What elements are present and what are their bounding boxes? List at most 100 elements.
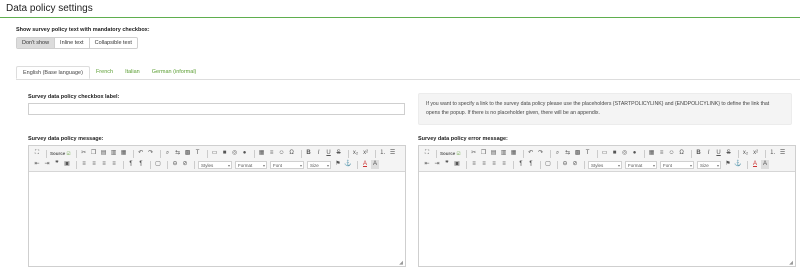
tab-french[interactable]: French	[90, 66, 119, 79]
styles-dropdown[interactable]: Styles	[198, 160, 232, 169]
find-icon[interactable]: ⌕	[164, 149, 172, 158]
paste-icon[interactable]: ▤	[100, 149, 108, 158]
ltr-icon[interactable]: ¶	[127, 160, 135, 169]
strike-icon[interactable]: S	[725, 149, 733, 158]
undo-icon[interactable]: ↶	[137, 149, 145, 158]
superscript-icon[interactable]: x²	[752, 149, 760, 158]
font-dropdown[interactable]: Font	[270, 160, 304, 169]
styles-dropdown[interactable]: Styles	[588, 160, 622, 169]
link-icon[interactable]: ⊖	[171, 160, 179, 169]
remove-format-icon[interactable]: T	[584, 149, 592, 158]
align-right-icon[interactable]: ≡	[100, 160, 108, 169]
source-button[interactable]: Source ☑	[440, 151, 461, 157]
strike-icon[interactable]: S	[335, 149, 343, 158]
format-dropdown[interactable]: Format	[625, 160, 657, 169]
rtl-icon[interactable]: ¶	[137, 160, 145, 169]
bg-color-icon[interactable]: A	[761, 160, 769, 169]
align-justify-icon[interactable]: ≡	[500, 160, 508, 169]
bold-icon[interactable]: B	[695, 149, 703, 158]
smiley-icon[interactable]: ☺	[278, 149, 286, 158]
size-dropdown[interactable]: Size	[697, 160, 721, 169]
editor-content[interactable]	[419, 172, 795, 260]
option-collapsible-text[interactable]: Collapsible text	[89, 38, 137, 48]
rtl-icon[interactable]: ¶	[527, 160, 535, 169]
numbered-list-icon[interactable]: ⒈	[769, 149, 777, 158]
align-center-icon[interactable]: ≡	[90, 160, 98, 169]
resize-handle-icon[interactable]: ◢	[789, 260, 793, 266]
font-dropdown[interactable]: Font	[660, 160, 694, 169]
cut-icon[interactable]: ✂	[80, 149, 88, 158]
align-center-icon[interactable]: ≡	[480, 160, 488, 169]
text-color-icon[interactable]: A	[751, 160, 759, 169]
editor-content[interactable]	[29, 172, 405, 260]
text-color-icon[interactable]: A	[361, 160, 369, 169]
replace-icon[interactable]: ⇆	[564, 149, 572, 158]
div-icon[interactable]: ▣	[63, 160, 71, 169]
anchor-icon[interactable]: ⚓	[734, 160, 742, 169]
italic-icon[interactable]: I	[705, 149, 713, 158]
option-dont-show[interactable]: Don't show	[17, 38, 56, 48]
option-inline-text[interactable]: Inline text	[55, 38, 90, 48]
replace-icon[interactable]: ⇆	[174, 149, 182, 158]
bg-color-icon[interactable]: A	[371, 160, 379, 169]
special-char-icon[interactable]: Ω	[678, 149, 686, 158]
blockquote-icon[interactable]: ❞	[443, 160, 451, 169]
checkbox-label-input[interactable]	[28, 103, 405, 115]
underline-icon[interactable]: U	[715, 149, 723, 158]
unlink-icon[interactable]: ⊘	[181, 160, 189, 169]
underline-icon[interactable]: U	[325, 149, 333, 158]
image-icon[interactable]: ▭	[211, 149, 219, 158]
media-icon[interactable]: ■	[611, 149, 619, 158]
tab-english[interactable]: English (Base language)	[16, 66, 90, 79]
bullet-list-icon[interactable]: ☰	[389, 149, 397, 158]
bullet-list-icon[interactable]: ☰	[779, 149, 787, 158]
paste-text-icon[interactable]: ▥	[500, 149, 508, 158]
italic-icon[interactable]: I	[315, 149, 323, 158]
unlink-icon[interactable]: ⊘	[571, 160, 579, 169]
copy-icon[interactable]: ❐	[90, 149, 98, 158]
image-icon[interactable]: ▭	[601, 149, 609, 158]
embed-icon[interactable]: ●	[241, 149, 249, 158]
tab-german-informal[interactable]: German (informal)	[146, 66, 203, 79]
redo-icon[interactable]: ↷	[147, 149, 155, 158]
template-icon[interactable]: ▢	[154, 160, 162, 169]
table-icon[interactable]: ▦	[258, 149, 266, 158]
source-button[interactable]: Source ☑	[50, 151, 71, 157]
horizontal-line-icon[interactable]: ≡	[268, 149, 276, 158]
cut-icon[interactable]: ✂	[470, 149, 478, 158]
bold-icon[interactable]: B	[305, 149, 313, 158]
numbered-list-icon[interactable]: ⒈	[379, 149, 387, 158]
flag-icon[interactable]: ⚑	[334, 160, 342, 169]
flag-icon[interactable]: ⚑	[724, 160, 732, 169]
template-icon[interactable]: ▢	[544, 160, 552, 169]
subscript-icon[interactable]: x₂	[742, 149, 750, 158]
smiley-icon[interactable]: ☺	[668, 149, 676, 158]
special-char-icon[interactable]: Ω	[288, 149, 296, 158]
media-icon[interactable]: ■	[221, 149, 229, 158]
align-left-icon[interactable]: ≡	[80, 160, 88, 169]
format-dropdown[interactable]: Format	[235, 160, 267, 169]
align-justify-icon[interactable]: ≡	[110, 160, 118, 169]
maximize-icon[interactable]: ⛶	[33, 149, 41, 158]
copy-icon[interactable]: ❐	[480, 149, 488, 158]
outdent-icon[interactable]: ⇤	[33, 160, 41, 169]
align-right-icon[interactable]: ≡	[490, 160, 498, 169]
paste-word-icon[interactable]: ▦	[120, 149, 128, 158]
select-all-icon[interactable]: ▩	[184, 149, 192, 158]
indent-icon[interactable]: ⇥	[43, 160, 51, 169]
paste-text-icon[interactable]: ▥	[110, 149, 118, 158]
target-icon[interactable]: ◎	[231, 149, 239, 158]
link-icon[interactable]: ⊖	[561, 160, 569, 169]
undo-icon[interactable]: ↶	[527, 149, 535, 158]
maximize-icon[interactable]: ⛶	[423, 149, 431, 158]
select-all-icon[interactable]: ▩	[574, 149, 582, 158]
div-icon[interactable]: ▣	[453, 160, 461, 169]
target-icon[interactable]: ◎	[621, 149, 629, 158]
paste-word-icon[interactable]: ▦	[510, 149, 518, 158]
embed-icon[interactable]: ●	[631, 149, 639, 158]
blockquote-icon[interactable]: ❞	[53, 160, 61, 169]
superscript-icon[interactable]: x²	[362, 149, 370, 158]
outdent-icon[interactable]: ⇤	[423, 160, 431, 169]
ltr-icon[interactable]: ¶	[517, 160, 525, 169]
horizontal-line-icon[interactable]: ≡	[658, 149, 666, 158]
